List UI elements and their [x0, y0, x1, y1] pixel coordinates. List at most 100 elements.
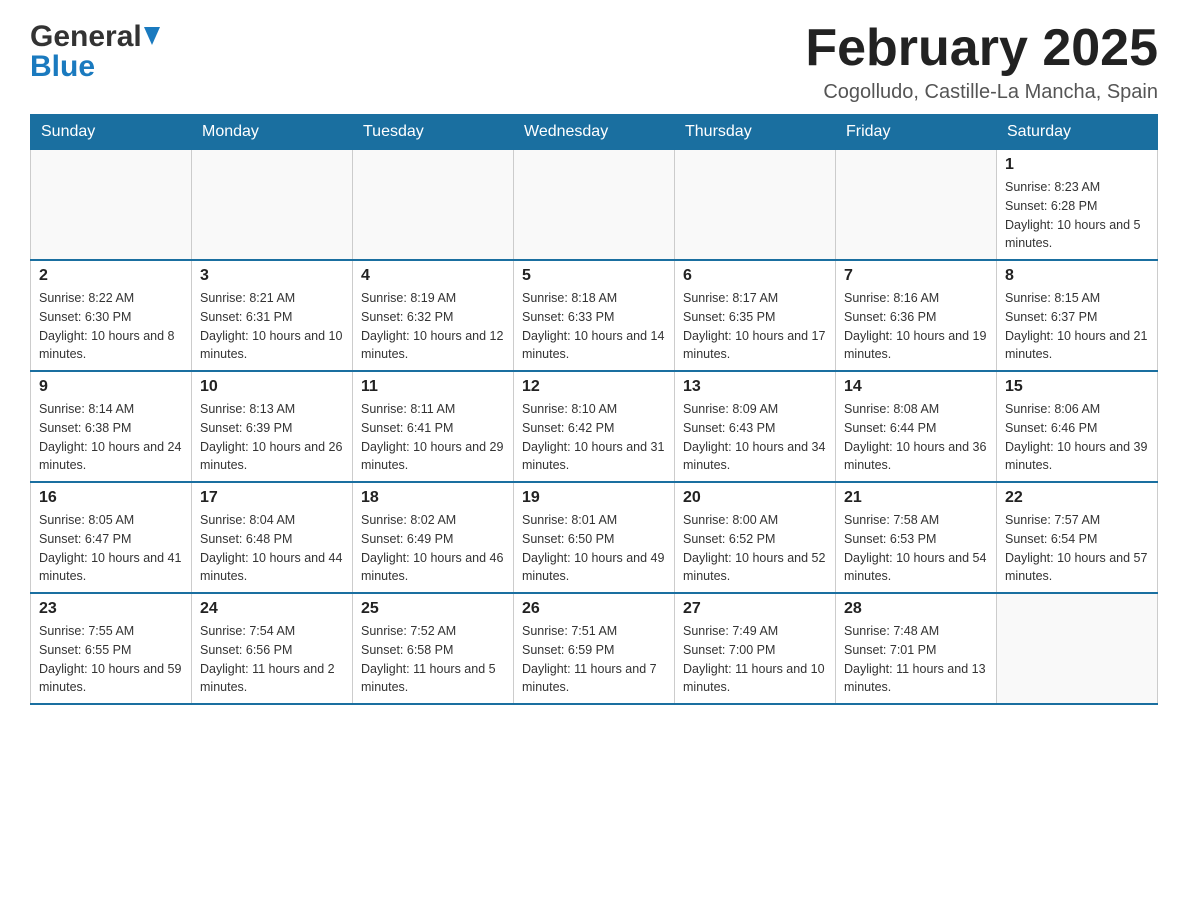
day-info: Sunrise: 8:15 AM Sunset: 6:37 PM Dayligh… — [1005, 289, 1149, 364]
calendar-cell: 20 Sunrise: 8:00 AM Sunset: 6:52 PM Dayli… — [675, 482, 836, 593]
calendar-cell: 8Sunrise: 8:15 AM Sunset: 6:37 PM Daylig… — [997, 260, 1158, 371]
month-title: February 2025 — [805, 20, 1158, 77]
logo-blue-text: Blue — [30, 50, 95, 84]
day-number: 21 — [844, 489, 988, 507]
calendar-cell: 17Sunrise: 8:04 AM Sunset: 6:48 PM Dayli… — [192, 482, 353, 593]
day-info: Sunrise: 8:10 AM Sunset: 6:42 PM Dayligh… — [522, 400, 666, 475]
calendar-cell: 6 Sunrise: 8:17 AM Sunset: 6:35 PM Daylig… — [675, 260, 836, 371]
day-info: Sunrise: 8:00 AM Sunset: 6:52 PM Dayligh… — [683, 511, 827, 586]
day-number: 18 — [361, 489, 505, 507]
column-header-thursday: Thursday — [675, 115, 836, 150]
calendar-cell: 25 Sunrise: 7:52 AM Sunset: 6:58 PM Dayli… — [353, 593, 514, 704]
day-number: 23 — [39, 600, 183, 618]
calendar-cell: 14Sunrise: 8:08 AM Sunset: 6:44 PM Dayli… — [836, 371, 997, 482]
day-info: Sunrise: 8:17 AM Sunset: 6:35 PM Dayligh… — [683, 289, 827, 364]
day-number: 2 — [39, 267, 183, 285]
calendar-cell — [997, 593, 1158, 704]
calendar-cell — [353, 150, 514, 261]
day-info: Sunrise: 8:02 AM Sunset: 6:49 PM Dayligh… — [361, 511, 505, 586]
column-header-monday: Monday — [192, 115, 353, 150]
title-block: February 2025 Cogolludo, Castille-La Man… — [805, 20, 1158, 104]
day-number: 27 — [683, 600, 827, 618]
calendar-cell: 2 Sunrise: 8:22 AM Sunset: 6:30 PM Daylig… — [31, 260, 192, 371]
day-info: Sunrise: 8:13 AM Sunset: 6:39 PM Dayligh… — [200, 400, 344, 475]
day-info: Sunrise: 8:11 AM Sunset: 6:41 PM Dayligh… — [361, 400, 505, 475]
day-number: 24 — [200, 600, 344, 618]
calendar-cell — [675, 150, 836, 261]
week-row-4: 16 Sunrise: 8:05 AM Sunset: 6:47 PM Dayli… — [31, 482, 1158, 593]
day-info: Sunrise: 8:14 AM Sunset: 6:38 PM Dayligh… — [39, 400, 183, 475]
day-number: 11 — [361, 378, 505, 396]
day-info: Sunrise: 7:54 AM Sunset: 6:56 PM Dayligh… — [200, 622, 344, 697]
calendar-cell: 26 Sunrise: 7:51 AM Sunset: 6:59 PM Dayli… — [514, 593, 675, 704]
day-info: Sunrise: 8:21 AM Sunset: 6:31 PM Dayligh… — [200, 289, 344, 364]
calendar-cell — [192, 150, 353, 261]
calendar-cell: 23 Sunrise: 7:55 AM Sunset: 6:55 PM Dayli… — [31, 593, 192, 704]
calendar-body: 1 Sunrise: 8:23 AM Sunset: 6:28 PM Daylig… — [31, 150, 1158, 705]
day-info: Sunrise: 8:06 AM Sunset: 6:46 PM Dayligh… — [1005, 400, 1149, 475]
day-number: 3 — [200, 267, 344, 285]
calendar-cell: 4Sunrise: 8:19 AM Sunset: 6:32 PM Daylig… — [353, 260, 514, 371]
day-info: Sunrise: 7:49 AM Sunset: 7:00 PM Dayligh… — [683, 622, 827, 697]
calendar-cell: 11 Sunrise: 8:11 AM Sunset: 6:41 PM Dayli… — [353, 371, 514, 482]
day-number: 14 — [844, 378, 988, 396]
day-number: 17 — [200, 489, 344, 507]
week-row-3: 9 Sunrise: 8:14 AM Sunset: 6:38 PM Daylig… — [31, 371, 1158, 482]
column-header-tuesday: Tuesday — [353, 115, 514, 150]
calendar-cell: 22Sunrise: 7:57 AM Sunset: 6:54 PM Dayli… — [997, 482, 1158, 593]
column-header-sunday: Sunday — [31, 115, 192, 150]
day-info: Sunrise: 8:22 AM Sunset: 6:30 PM Dayligh… — [39, 289, 183, 364]
column-header-saturday: Saturday — [997, 115, 1158, 150]
calendar-cell: 10 Sunrise: 8:13 AM Sunset: 6:39 PM Dayli… — [192, 371, 353, 482]
day-number: 28 — [844, 600, 988, 618]
calendar-cell: 5Sunrise: 8:18 AM Sunset: 6:33 PM Daylig… — [514, 260, 675, 371]
day-number: 22 — [1005, 489, 1149, 507]
calendar-cell: 13 Sunrise: 8:09 AM Sunset: 6:43 PM Dayli… — [675, 371, 836, 482]
logo-general-text: General — [30, 20, 142, 54]
day-info: Sunrise: 7:58 AM Sunset: 6:53 PM Dayligh… — [844, 511, 988, 586]
day-number: 10 — [200, 378, 344, 396]
calendar-cell: 18 Sunrise: 8:02 AM Sunset: 6:49 PM Dayli… — [353, 482, 514, 593]
week-row-2: 2 Sunrise: 8:22 AM Sunset: 6:30 PM Daylig… — [31, 260, 1158, 371]
calendar-header: SundayMondayTuesdayWednesdayThursdayFrid… — [31, 115, 1158, 150]
day-number: 9 — [39, 378, 183, 396]
day-number: 13 — [683, 378, 827, 396]
day-number: 7 — [844, 267, 988, 285]
calendar-cell: 1 Sunrise: 8:23 AM Sunset: 6:28 PM Daylig… — [997, 150, 1158, 261]
calendar-cell: 9 Sunrise: 8:14 AM Sunset: 6:38 PM Daylig… — [31, 371, 192, 482]
day-info: Sunrise: 7:51 AM Sunset: 6:59 PM Dayligh… — [522, 622, 666, 697]
week-row-1: 1 Sunrise: 8:23 AM Sunset: 6:28 PM Daylig… — [31, 150, 1158, 261]
day-number: 15 — [1005, 378, 1149, 396]
calendar-cell: 3 Sunrise: 8:21 AM Sunset: 6:31 PM Daylig… — [192, 260, 353, 371]
day-info: Sunrise: 8:05 AM Sunset: 6:47 PM Dayligh… — [39, 511, 183, 586]
calendar-cell: 21 Sunrise: 7:58 AM Sunset: 6:53 PM Dayli… — [836, 482, 997, 593]
calendar-cell: 19Sunrise: 8:01 AM Sunset: 6:50 PM Dayli… — [514, 482, 675, 593]
day-info: Sunrise: 8:09 AM Sunset: 6:43 PM Dayligh… — [683, 400, 827, 475]
day-number: 4 — [361, 267, 505, 285]
day-number: 25 — [361, 600, 505, 618]
week-row-5: 23 Sunrise: 7:55 AM Sunset: 6:55 PM Dayli… — [31, 593, 1158, 704]
location-title: Cogolludo, Castille-La Mancha, Spain — [805, 81, 1158, 104]
day-number: 20 — [683, 489, 827, 507]
column-header-friday: Friday — [836, 115, 997, 150]
day-number: 16 — [39, 489, 183, 507]
logo: General Blue — [30, 20, 160, 84]
day-info: Sunrise: 8:23 AM Sunset: 6:28 PM Dayligh… — [1005, 178, 1149, 253]
day-number: 1 — [1005, 156, 1149, 174]
calendar-cell: 15 Sunrise: 8:06 AM Sunset: 6:46 PM Dayli… — [997, 371, 1158, 482]
day-number: 6 — [683, 267, 827, 285]
day-info: Sunrise: 7:55 AM Sunset: 6:55 PM Dayligh… — [39, 622, 183, 697]
calendar-cell: 7Sunrise: 8:16 AM Sunset: 6:36 PM Daylig… — [836, 260, 997, 371]
calendar-cell: 12 Sunrise: 8:10 AM Sunset: 6:42 PM Dayli… — [514, 371, 675, 482]
day-info: Sunrise: 7:48 AM Sunset: 7:01 PM Dayligh… — [844, 622, 988, 697]
calendar-cell — [514, 150, 675, 261]
day-number: 19 — [522, 489, 666, 507]
day-number: 12 — [522, 378, 666, 396]
day-number: 26 — [522, 600, 666, 618]
calendar-cell: 28 Sunrise: 7:48 AM Sunset: 7:01 PM Dayli… — [836, 593, 997, 704]
day-info: Sunrise: 8:18 AM Sunset: 6:33 PM Dayligh… — [522, 289, 666, 364]
logo-triangle-icon — [144, 27, 160, 50]
calendar-cell: 16 Sunrise: 8:05 AM Sunset: 6:47 PM Dayli… — [31, 482, 192, 593]
calendar-cell — [836, 150, 997, 261]
day-info: Sunrise: 7:52 AM Sunset: 6:58 PM Dayligh… — [361, 622, 505, 697]
